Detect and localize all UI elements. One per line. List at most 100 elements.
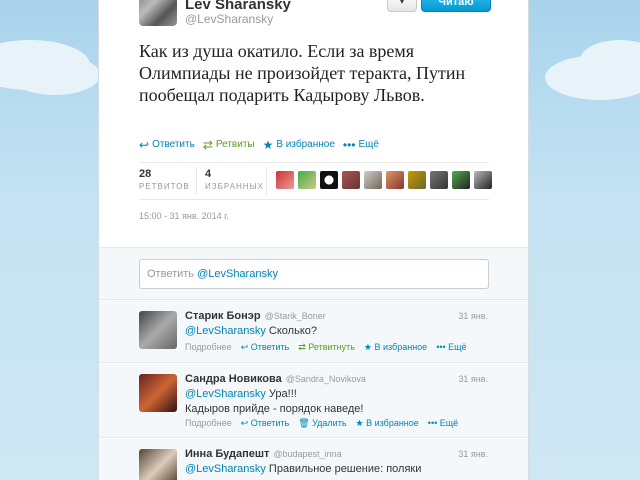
reply-text: @LevSharansky Правильное решение: поляки: [185, 462, 485, 477]
retweet-label: Ретвиты: [215, 139, 255, 150]
expand-link[interactable]: Подробнее: [185, 418, 232, 429]
reply-actions: Подробнее ↩ Ответить 🗑 Удалить ★ В избра…: [185, 418, 458, 429]
retweet-icon: ⇄: [202, 137, 213, 152]
reply-label: Ответить: [152, 139, 195, 150]
reply-favorite-action[interactable]: ★ В избранное: [364, 342, 427, 353]
reply-body: Правильное решение: поляки: [265, 463, 422, 475]
reply-reply-action[interactable]: ↩ Ответить: [241, 342, 290, 353]
favoriter-avatar[interactable]: [474, 171, 492, 189]
favoriter-avatar[interactable]: [320, 171, 338, 189]
more-dots-icon: •••: [427, 418, 440, 428]
reply-author[interactable]: Старик Бонэр @Starik_Boner: [185, 310, 326, 322]
reply-composer: Ответить @LevSharansky: [99, 247, 528, 300]
following-button[interactable]: Читаю: [421, 0, 491, 12]
star-icon: ★: [262, 137, 274, 152]
reply-favorite-action[interactable]: ★ В избранное: [356, 418, 419, 429]
tweet-timestamp[interactable]: 15:00 - 31 янв. 2014 г.: [139, 211, 229, 221]
favoriter-avatar[interactable]: [298, 171, 316, 189]
favoriter-avatar[interactable]: [452, 171, 470, 189]
favorite-label: В избранное: [374, 342, 428, 352]
reply-author-handle: @Sandra_Novikova: [285, 374, 366, 384]
reply-reply-action[interactable]: ↩ Ответить: [241, 418, 290, 429]
retweets-count: 28: [139, 168, 152, 180]
retweet-icon: ⇄: [298, 342, 309, 352]
favorite-action[interactable]: ★ В избранное: [262, 137, 335, 152]
star-icon: ★: [363, 342, 375, 352]
reply-date[interactable]: 31 янв.: [458, 311, 488, 321]
favorites-stat[interactable]: 4 ИЗБРАННЫХ: [205, 168, 264, 191]
reply-icon: ↩: [139, 137, 150, 152]
reply-author[interactable]: Инна Будапешт @budapest_inna: [185, 448, 342, 460]
favoriter-avatars: [276, 171, 492, 189]
favoriter-avatar[interactable]: [430, 171, 448, 189]
favoriter-avatar[interactable]: [408, 171, 426, 189]
reply-item[interactable]: Старик Бонэр @Starik_Boner 31 янв. @LevSh…: [99, 301, 528, 363]
reply-action[interactable]: ↩ Ответить: [139, 137, 195, 152]
reply-mention-link[interactable]: @LevSharansky: [185, 463, 266, 475]
more-label: Ещё: [358, 139, 379, 150]
favorites-count: 4: [205, 168, 212, 180]
retweets-stat[interactable]: 28 РЕТВИТОВ: [139, 168, 190, 191]
reply-text: @LevSharansky Ура!!! Кадыров прийде - пор…: [185, 387, 485, 417]
tweet-stats: 28 РЕТВИТОВ 4 ИЗБРАННЫХ: [139, 162, 492, 200]
reply-mention-link[interactable]: @LevSharansky: [185, 325, 266, 337]
favorites-label: ИЗБРАННЫХ: [205, 182, 264, 191]
reply-mention: @LevSharansky: [197, 268, 278, 280]
retweet-label: Ретвитнуть: [308, 342, 355, 352]
reply-item[interactable]: Инна Будапешт @budapest_inna 31 янв. @Lev…: [99, 439, 528, 480]
retweets-label: РЕТВИТОВ: [139, 182, 190, 191]
user-dropdown-button[interactable]: ▾: [387, 0, 417, 12]
reply-delete-action[interactable]: 🗑 Удалить: [298, 418, 346, 429]
tweet-actions: ↩ Ответить ⇄ Ретвиты ★ В избранное ••• Е…: [139, 137, 379, 152]
tweet-card: Lev Sharansky @LevSharansky ▾ Читаю Как …: [98, 0, 529, 480]
reply-mention-link[interactable]: @LevSharansky: [185, 388, 266, 400]
reply-date[interactable]: 31 янв.: [458, 449, 488, 459]
author-avatar[interactable]: [139, 0, 177, 26]
more-label: Ещё: [448, 342, 467, 352]
reply-item[interactable]: Сандра Новикова @Sandra_Novikova 31 янв. …: [99, 364, 528, 438]
reply-avatar[interactable]: [139, 311, 177, 349]
reply-icon: ↩: [240, 418, 251, 428]
favoriter-avatar[interactable]: [342, 171, 360, 189]
reply-icon: ↩: [240, 342, 251, 352]
stat-divider: [196, 167, 197, 195]
more-label: Ещё: [439, 418, 459, 428]
reply-actions: Подробнее ↩ Ответить ⇄ Ретвитнуть ★ В из…: [185, 342, 467, 353]
reply-author[interactable]: Сандра Новикова @Sandra_Novikova: [185, 373, 366, 385]
stat-divider: [266, 167, 267, 195]
reply-retweet-action[interactable]: ⇄ Ретвитнуть: [298, 342, 355, 353]
favoriter-avatar[interactable]: [386, 171, 404, 189]
star-icon: ★: [355, 418, 367, 428]
trash-icon: 🗑: [298, 418, 313, 428]
cloud-decoration: [10, 55, 100, 95]
reply-avatar[interactable]: [139, 374, 177, 412]
delete-label: Удалить: [312, 418, 347, 428]
reply-avatar[interactable]: [139, 449, 177, 480]
reply-text: @LevSharansky Сколько?: [185, 324, 485, 339]
more-dots-icon: •••: [436, 342, 449, 352]
favoriter-avatar[interactable]: [364, 171, 382, 189]
reply-author-handle: @Starik_Boner: [264, 311, 326, 321]
reply-body: Сколько?: [265, 325, 318, 337]
reply-date[interactable]: 31 янв.: [458, 374, 488, 384]
reply-author-name: Старик Бонэр: [185, 310, 261, 322]
reply-author-name: Сандра Новикова: [185, 373, 282, 385]
expand-link[interactable]: Подробнее: [185, 342, 232, 353]
reply-body-line2: Кадыров прийде - порядок наведе!: [185, 403, 364, 415]
reply-more-action[interactable]: ••• Ещё: [428, 418, 458, 429]
favorite-label: В избранное: [276, 139, 335, 150]
reply-input[interactable]: Ответить @LevSharansky: [139, 259, 489, 289]
tweet-header: Lev Sharansky @LevSharansky ▾ Читаю: [99, 0, 528, 30]
reply-placeholder: Ответить: [147, 268, 198, 280]
reply-author-name: Инна Будапешт: [185, 448, 270, 460]
retweet-action[interactable]: ⇄ Ретвиты: [202, 137, 255, 152]
reply-author-handle: @budapest_inna: [273, 449, 342, 459]
reply-label: Ответить: [250, 342, 290, 352]
more-dots-icon: •••: [342, 137, 356, 152]
author-handle[interactable]: @LevSharansky: [185, 12, 273, 26]
favorite-label: В избранное: [366, 418, 419, 428]
favoriter-avatar[interactable]: [276, 171, 294, 189]
reply-more-action[interactable]: ••• Ещё: [436, 342, 466, 353]
reply-label: Ответить: [250, 418, 290, 428]
more-action[interactable]: ••• Ещё: [342, 137, 379, 152]
